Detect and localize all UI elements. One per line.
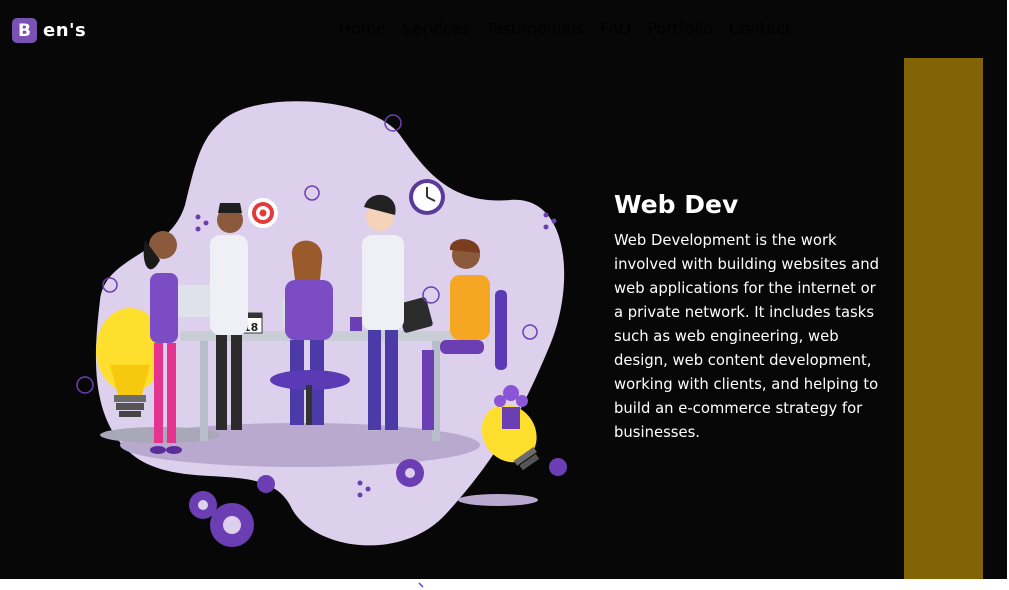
bootstrap-logo-icon: B [12,18,37,43]
brand-name: en's [43,20,87,41]
nav-link-faq[interactable]: FAQ [600,19,631,38]
page: B en's Home Services Testimonials FAQ Po… [0,0,1007,579]
target-icon [248,198,278,228]
nav-link-portfolio[interactable]: Portfolio [647,19,713,38]
nav-link-testimonials[interactable]: Testimonials [486,19,585,38]
main-nav: Home Services Testimonials FAQ Portfolio… [339,19,791,38]
team-at-work-illustration: 18 [76,101,567,547]
nav-link-home[interactable]: Home [339,19,386,38]
hero-description: Web Development is the work involved wit… [614,232,880,441]
nav-link-services[interactable]: Services [402,19,469,38]
scroll-indicator-icon[interactable] [418,582,424,588]
clock-icon [409,179,445,215]
nav-link-contact[interactable]: Contact [729,19,791,38]
navbar-brand[interactable]: B en's [12,18,86,43]
globe-icon [76,376,94,394]
hero-title: Web Dev [614,190,739,219]
mug-icon [350,317,362,331]
accent-bar [904,58,983,579]
